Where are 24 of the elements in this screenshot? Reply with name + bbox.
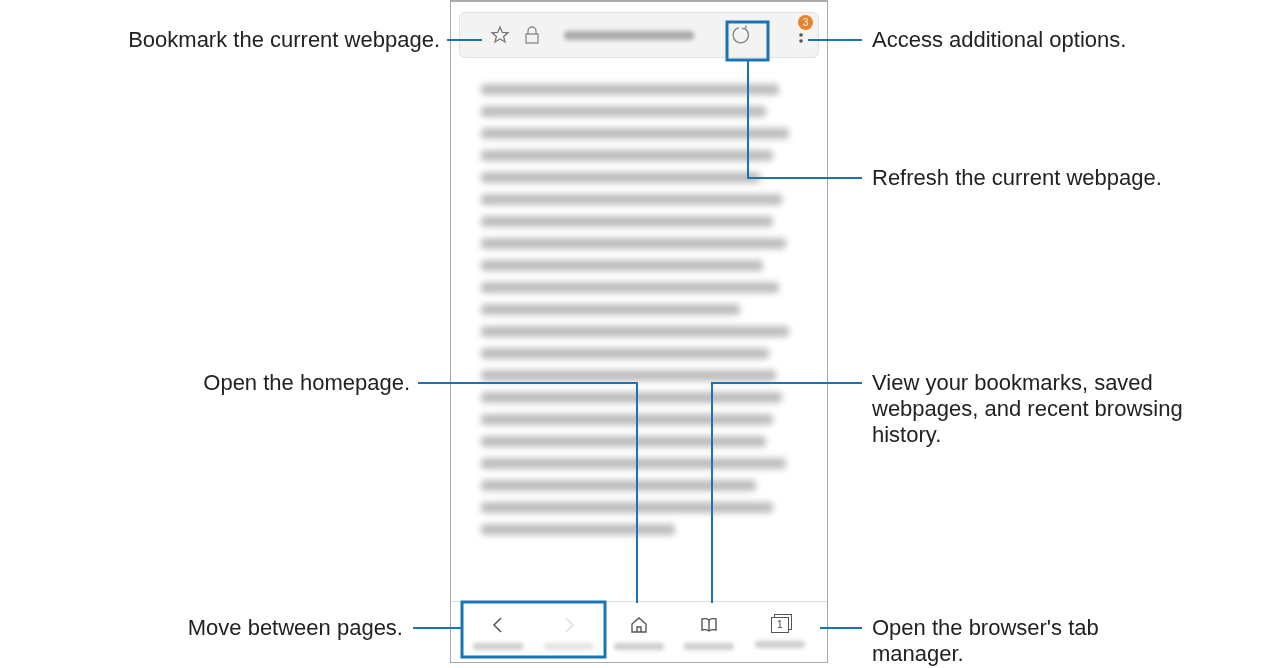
callout-text: Refresh the current webpage. bbox=[872, 165, 1163, 191]
tabs-button[interactable]: 1 bbox=[744, 616, 816, 648]
blurred-label bbox=[614, 642, 664, 650]
leader-line bbox=[807, 39, 863, 41]
leader-line bbox=[446, 39, 483, 41]
star-icon[interactable] bbox=[490, 25, 510, 45]
callout-text: Open the homepage. bbox=[203, 370, 410, 396]
refresh-icon[interactable] bbox=[730, 24, 752, 46]
blurred-label bbox=[473, 642, 524, 650]
callout-text: Bookmark the current webpage. bbox=[128, 27, 440, 53]
blurred-label bbox=[543, 642, 594, 650]
callout-text: Move between pages. bbox=[187, 615, 403, 641]
callout-text: Access additional options. bbox=[872, 27, 1128, 53]
highlight-frame bbox=[725, 20, 770, 62]
tabs-icon: 1 bbox=[770, 616, 789, 633]
callout-text: Open the browser's tab manager. bbox=[872, 615, 1100, 667]
leader-line bbox=[412, 627, 463, 629]
blurred-label bbox=[684, 642, 735, 650]
padlock-icon bbox=[522, 25, 542, 45]
leader-line bbox=[819, 627, 863, 629]
notification-badge: 3 bbox=[798, 15, 813, 30]
home-icon bbox=[629, 614, 649, 635]
blurred-label bbox=[754, 640, 805, 648]
callout-text: View your bookmarks, saved webpages, and recent browsing history. bbox=[872, 370, 1184, 448]
